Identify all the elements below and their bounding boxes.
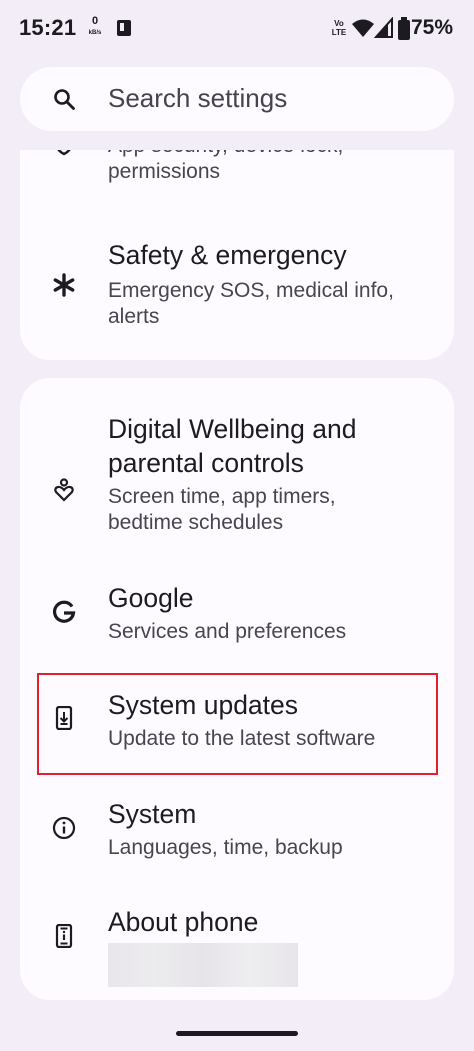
signal-icon bbox=[374, 17, 393, 38]
shield-lock-icon bbox=[57, 150, 71, 156]
notification-app-icon bbox=[117, 20, 131, 36]
settings-item-subtitle: Services and preferences bbox=[108, 620, 347, 643]
google-g-icon bbox=[53, 600, 76, 623]
gesture-nav-handle[interactable] bbox=[176, 1031, 298, 1036]
search-icon bbox=[54, 89, 75, 110]
settings-item-title: About phone bbox=[108, 907, 259, 937]
battery-percent: 75% bbox=[411, 16, 454, 39]
volte-line2: LTE bbox=[331, 28, 347, 37]
highlight-annotation bbox=[37, 673, 438, 775]
status-bar: 15:21 0 kB/s Vo LTE 75% bbox=[0, 0, 474, 58]
phone-info-icon bbox=[55, 924, 73, 948]
settings-item-system[interactable]: System Languages, time, backup bbox=[20, 784, 454, 884]
volte-indicator: Vo LTE bbox=[329, 19, 349, 37]
settings-item-title: Digital Wellbeing and parental controls bbox=[108, 414, 357, 478]
asterisk-medical-icon bbox=[53, 273, 75, 297]
network-speed-unit: kB/s bbox=[88, 30, 102, 36]
volte-line1: Vo bbox=[334, 19, 344, 28]
settings-item-google[interactable]: Google Services and preferences bbox=[20, 568, 454, 668]
search-placeholder: Search settings bbox=[108, 83, 288, 113]
wifi-icon bbox=[352, 19, 374, 37]
settings-item-subtitle: Languages, time, backup bbox=[108, 836, 343, 859]
settings-item-subtitle: Screen time, app timers, bedtime schedul… bbox=[108, 485, 336, 534]
settings-item-subtitle: App security, device lock, permissions bbox=[108, 150, 343, 183]
settings-card-security: App security, device lock, permissions S… bbox=[20, 150, 454, 360]
search-bar[interactable]: Search settings bbox=[20, 67, 454, 131]
network-speed-value: 0 bbox=[91, 15, 99, 27]
settings-item-title: Google bbox=[108, 583, 194, 613]
settings-item-safety-emergency[interactable]: Safety & emergency Emergency SOS, medica… bbox=[20, 230, 454, 340]
settings-item-digital-wellbeing[interactable]: Digital Wellbeing and parental controls … bbox=[20, 398, 454, 568]
settings-item-title: Safety & emergency bbox=[108, 240, 347, 270]
settings-item-security[interactable]: App security, device lock, permissions bbox=[20, 150, 454, 206]
settings-item-title: System bbox=[108, 799, 197, 829]
redacted-device-name bbox=[108, 943, 298, 987]
network-speed-indicator: 0 kB/s bbox=[84, 15, 106, 38]
status-time: 15:21 bbox=[19, 15, 77, 40]
info-icon bbox=[52, 816, 76, 840]
battery-icon bbox=[398, 17, 410, 40]
settings-item-subtitle: Emergency SOS, medical info, alerts bbox=[108, 279, 394, 328]
wellbeing-icon bbox=[54, 478, 74, 502]
